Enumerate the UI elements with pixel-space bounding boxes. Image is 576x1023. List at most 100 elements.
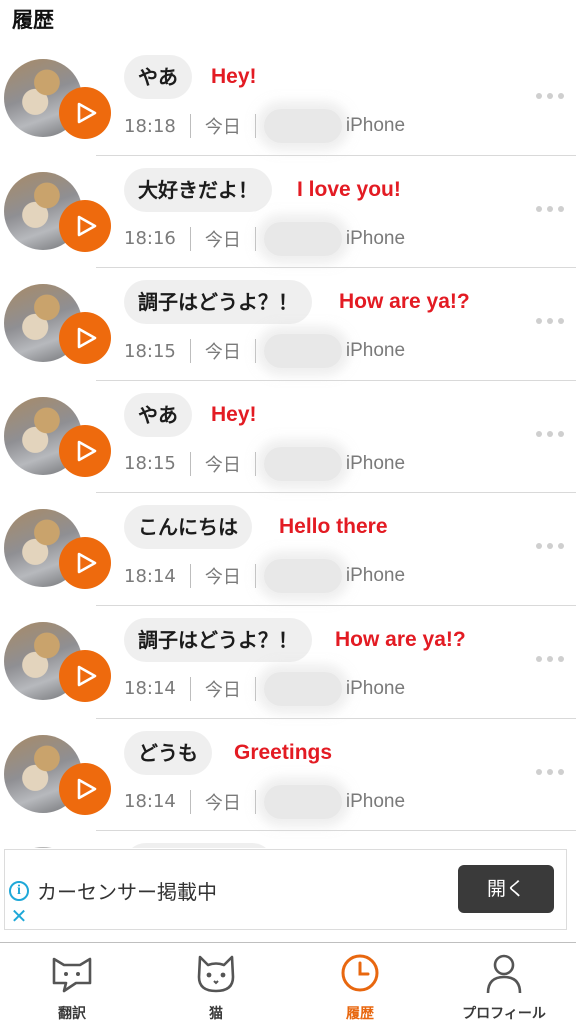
translation-text: Hello there <box>279 515 388 539</box>
history-row[interactable]: 大好きだよ！ I love you! 18:16 今日 iPhone <box>0 156 576 269</box>
more-icon[interactable] <box>536 430 564 437</box>
device-text: iPhone <box>345 677 406 699</box>
device-text: iPhone <box>345 227 406 249</box>
tab-label: 猫 <box>209 1006 223 1022</box>
phrase-bubble: 大好きだよ！ <box>124 167 272 212</box>
time-text: 18:14 <box>124 791 176 813</box>
blurred-owner <box>263 671 342 706</box>
phrase-bubble: 調子はどうよ？！ <box>124 617 312 662</box>
page-title: 履歴 <box>12 8 54 32</box>
clock-icon <box>341 954 379 992</box>
history-row[interactable]: やあ Hey! 18:15 今日 iPhone <box>0 381 576 494</box>
speech-cat-icon <box>52 957 92 993</box>
time-text: 18:14 <box>124 565 176 587</box>
phrase-bubble: やあ <box>124 392 192 437</box>
translation-text: Hey! <box>211 65 257 88</box>
time-text: 18:14 <box>124 678 176 700</box>
play-icon <box>77 440 97 462</box>
more-icon[interactable] <box>536 205 564 212</box>
play-icon <box>77 553 97 574</box>
blurred-owner <box>263 221 342 256</box>
history-list[interactable]: やあ Hey! 18:18 今日 iPhone 大好きだよ！ I love yo… <box>0 43 576 848</box>
play-icon <box>77 102 97 124</box>
time-text: 18:15 <box>124 453 176 475</box>
device-text: iPhone <box>345 340 406 362</box>
day-text: 今日 <box>204 342 241 364</box>
tab-profile[interactable]: プロフィール <box>432 943 576 1023</box>
blurred-owner <box>263 559 342 594</box>
more-icon[interactable] <box>536 318 564 325</box>
blurred-owner <box>263 784 342 819</box>
blurred-owner <box>263 446 342 481</box>
tab-bar: 翻訳 猫 履歴 プロフィール <box>0 942 576 1023</box>
cat-avatar <box>4 847 82 848</box>
day-text: 今日 <box>204 792 241 814</box>
more-icon[interactable] <box>536 543 564 550</box>
time-text: 18:15 <box>124 340 176 362</box>
meta-line: 18:15 今日 iPhone <box>124 446 406 481</box>
day-text: 今日 <box>204 567 241 589</box>
day-text: 今日 <box>204 679 241 701</box>
device-text: iPhone <box>345 790 406 812</box>
phrase-bubble: やあ <box>124 55 192 99</box>
tab-history[interactable]: 履歴 <box>288 943 432 1023</box>
play-icon <box>77 778 97 799</box>
phrase-bubble: どうも <box>124 730 212 775</box>
history-row[interactable]: こんにちは Hello there 18:14 今日 iPhone <box>0 493 576 606</box>
play-button[interactable] <box>59 424 111 477</box>
translation-text: How are ya!? <box>335 627 466 651</box>
meta-line: 18:14 今日 iPhone <box>124 671 406 706</box>
meta-line: 18:18 今日 iPhone <box>124 109 406 143</box>
more-icon[interactable] <box>536 655 564 662</box>
play-icon <box>77 665 97 687</box>
play-button[interactable] <box>59 87 111 139</box>
play-button[interactable] <box>59 649 111 702</box>
phrase-bubble: こんにちは <box>124 505 252 550</box>
more-icon[interactable] <box>536 768 564 775</box>
play-button[interactable] <box>59 762 111 815</box>
play-icon <box>77 215 97 236</box>
play-button[interactable] <box>59 199 111 252</box>
day-text: 今日 <box>204 454 241 476</box>
device-text: iPhone <box>345 452 406 474</box>
time-text: 18:18 <box>124 115 176 137</box>
tab-label: 履歴 <box>346 1006 374 1022</box>
device-text: iPhone <box>345 565 406 587</box>
meta-line: 18:16 今日 iPhone <box>124 221 406 256</box>
ad-text: カーセンサー掲載中 <box>37 880 217 904</box>
time-text: 18:16 <box>124 228 176 250</box>
phrase-bubble <box>124 843 274 848</box>
header: 履歴 <box>0 0 576 44</box>
tab-label: 翻訳 <box>58 1006 86 1022</box>
history-row[interactable]: 調子はどうよ？！ How are ya!? 18:15 今日 iPhone <box>0 268 576 381</box>
meta-line: 18:14 今日 iPhone <box>124 784 406 819</box>
phrase-bubble: 調子はどうよ？！ <box>124 280 312 325</box>
day-text: 今日 <box>204 229 241 251</box>
cat-face-icon <box>197 955 235 993</box>
info-icon[interactable]: i <box>9 881 29 901</box>
history-row[interactable]: 調子はどうよ？！ How are ya!? 18:14 今日 iPhone <box>0 606 576 719</box>
history-row-partial[interactable] <box>0 831 576 848</box>
tab-cat[interactable]: 猫 <box>144 943 288 1023</box>
device-text: iPhone <box>345 115 406 136</box>
translation-text: Greetings <box>234 740 333 764</box>
day-text: 今日 <box>204 117 241 138</box>
meta-line: 18:14 今日 iPhone <box>124 559 406 594</box>
translation-text: I love you! <box>297 177 401 201</box>
play-button[interactable] <box>59 537 111 590</box>
play-icon <box>77 327 97 349</box>
tab-translate[interactable]: 翻訳 <box>0 943 144 1023</box>
translation-text: How are ya!? <box>339 290 470 314</box>
history-row[interactable]: どうも Greetings 18:14 今日 iPhone <box>0 719 576 832</box>
ad-open-button[interactable]: 開く <box>458 865 554 913</box>
history-row[interactable]: やあ Hey! 18:18 今日 iPhone <box>0 43 576 156</box>
more-icon[interactable] <box>536 93 564 99</box>
meta-line: 18:15 今日 iPhone <box>124 334 406 369</box>
close-icon[interactable]: ✕ <box>9 906 29 926</box>
blurred-owner <box>263 334 342 369</box>
blurred-owner <box>263 109 342 143</box>
play-button[interactable] <box>59 312 111 365</box>
translation-text: Hey! <box>211 402 257 426</box>
ad-banner[interactable]: i ✕ カーセンサー掲載中 開く <box>4 849 567 930</box>
tab-label: プロフィール <box>462 1006 546 1022</box>
